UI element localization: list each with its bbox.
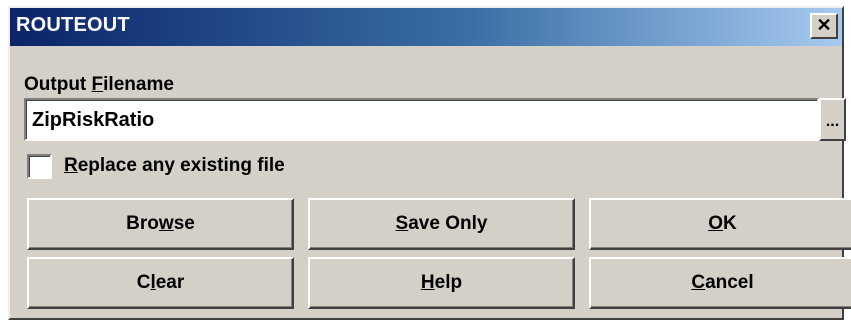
window-title: ROUTEOUT xyxy=(16,14,130,36)
output-filename-field[interactable]: ZipRiskRatio xyxy=(24,98,819,141)
clear-button[interactable]: Cl ear xyxy=(27,257,294,309)
help-button[interactable]: Help xyxy=(308,257,575,309)
close-icon: ✕ xyxy=(816,15,832,35)
title-bar[interactable]: ROUTEOUT ✕ xyxy=(10,8,842,46)
browse-ellipsis-button[interactable]: ... xyxy=(819,98,846,141)
routeout-dialog: ROUTEOUT ✕ Output Filename ZipRiskRatio … xyxy=(8,6,851,320)
save-only-button[interactable]: Save Only xyxy=(308,198,575,250)
ellipsis-icon: ... xyxy=(825,113,840,130)
ok-button[interactable]: OK xyxy=(589,198,851,250)
close-button[interactable]: ✕ xyxy=(810,13,838,39)
browse-button[interactable]: Bro w se xyxy=(27,198,294,250)
cancel-button[interactable]: Cancel xyxy=(589,257,851,309)
output-filename-value: ZipRiskRatio xyxy=(32,109,155,131)
replace-file-label[interactable]: Replace any existing file xyxy=(64,155,285,177)
output-filename-label: Output Filename xyxy=(24,74,174,95)
replace-file-checkbox[interactable] xyxy=(27,154,52,179)
